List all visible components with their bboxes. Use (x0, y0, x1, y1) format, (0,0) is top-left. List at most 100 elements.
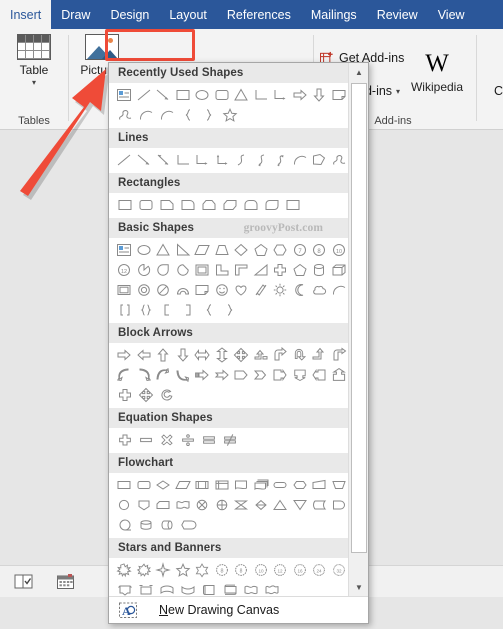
shape-decision[interactable] (154, 475, 174, 495)
shape-elbow-double-arrow[interactable] (213, 150, 233, 170)
shape-explosion-1[interactable] (115, 560, 135, 580)
shape-cube[interactable] (330, 260, 350, 280)
shape-line-double-arrow[interactable] (154, 150, 174, 170)
shape-elbow-connector[interactable] (252, 85, 272, 105)
shape-curved-left-arrow[interactable] (115, 365, 135, 385)
shape-star-24[interactable]: 24 (310, 560, 330, 580)
shape-alternate-process[interactable] (135, 475, 155, 495)
shape-octagon[interactable]: 8 (310, 240, 330, 260)
shape-predefined-process[interactable] (193, 475, 213, 495)
shape-bracket-pair[interactable] (115, 300, 136, 320)
shape-l-shape-2[interactable] (232, 260, 252, 280)
shape-arc[interactable] (136, 105, 157, 125)
shape-round-diagonal[interactable] (262, 195, 283, 215)
shape-extract[interactable] (271, 495, 291, 515)
shape-display[interactable] (178, 515, 199, 535)
shape-star-8[interactable]: 8 (232, 560, 252, 580)
tab-mailings[interactable]: Mailings (301, 0, 367, 29)
shape-quad-arrow[interactable] (232, 345, 252, 365)
shape-multiply[interactable] (157, 430, 178, 450)
shape-arc[interactable] (291, 150, 311, 170)
shape-divide[interactable] (178, 430, 199, 450)
shape-curved-up-ribbon[interactable] (157, 580, 178, 596)
tab-insert[interactable]: Insert (0, 0, 52, 29)
shape-textbox[interactable] (115, 85, 135, 105)
shape-heptagon[interactable]: 7 (291, 240, 311, 260)
shape-down-ribbon[interactable] (136, 580, 157, 596)
shape-elbow-arrow-connector[interactable] (271, 85, 291, 105)
shape-internal-storage[interactable] (213, 475, 233, 495)
shape-star-7[interactable]: 8 (213, 560, 233, 580)
shape-right-brace[interactable] (199, 105, 220, 125)
shape-up-ribbon[interactable] (115, 580, 136, 596)
shape-wave[interactable] (241, 580, 262, 596)
shape-manual-input[interactable] (310, 475, 330, 495)
shape-diagonal-stripe[interactable] (252, 260, 272, 280)
shape-star-10[interactable]: 10 (252, 560, 272, 580)
shape-cylinder[interactable] (310, 260, 330, 280)
shape-curved-double-arrow[interactable] (271, 150, 291, 170)
shape-snip-same-side[interactable] (199, 195, 220, 215)
shape-left-arrow-callout[interactable] (310, 365, 330, 385)
shape-curved-arrow-connector[interactable] (252, 150, 272, 170)
shape-equal[interactable] (199, 430, 220, 450)
shape-donut[interactable] (135, 280, 155, 300)
shape-textbox[interactable] (115, 240, 135, 260)
shape-horizontal-scroll[interactable] (220, 580, 241, 596)
shape-cross[interactable] (271, 260, 291, 280)
scroll-up-button[interactable]: ▲ (349, 63, 368, 81)
shape-down-arrow[interactable] (174, 345, 194, 365)
shape-hexagon[interactable] (271, 240, 291, 260)
shape-triangle[interactable] (232, 85, 252, 105)
shape-process[interactable] (115, 475, 135, 495)
shape-pentagon-arrow[interactable] (232, 365, 252, 385)
shape-star-32[interactable]: 32 (330, 560, 350, 580)
shape-dodecagon[interactable]: 12 (115, 260, 135, 280)
shape-snip-diagonal[interactable] (220, 195, 241, 215)
shape-parallelogram[interactable] (193, 240, 213, 260)
shape-punched-tape[interactable] (174, 495, 194, 515)
shape-or[interactable] (213, 495, 233, 515)
shape-sort[interactable] (252, 495, 272, 515)
shape-freeform[interactable] (310, 150, 330, 170)
shape-decagon[interactable]: 10 (330, 240, 350, 260)
shape-bent-arrow-2[interactable] (330, 345, 350, 365)
shape-circular-arrow[interactable] (157, 385, 178, 405)
clipped-right-button[interactable]: C (494, 84, 503, 98)
shape-star-16[interactable]: 16 (291, 560, 311, 580)
shape-cloud[interactable] (310, 280, 330, 300)
shape-curved-down-arrow[interactable] (174, 365, 194, 385)
shape-teardrop[interactable] (154, 260, 174, 280)
shape-notched-right-arrow[interactable] (213, 365, 233, 385)
tab-view[interactable]: View (428, 0, 475, 29)
shape-arc-curve[interactable] (157, 105, 178, 125)
shape-magnetic-disk[interactable] (136, 515, 157, 535)
shape-left-arrow[interactable] (135, 345, 155, 365)
shape-brace-pair[interactable] (136, 300, 157, 320)
shape-minus[interactable] (136, 430, 157, 450)
scrollbar-thumb[interactable] (351, 83, 367, 553)
shape-rectangle[interactable] (174, 85, 194, 105)
shape-curved-up-arrow[interactable] (154, 365, 174, 385)
shape-trapezoid[interactable] (213, 240, 233, 260)
shape-elbow-connector[interactable] (174, 150, 194, 170)
shape-star-12[interactable]: 12 (271, 560, 291, 580)
shape-down-arrow[interactable] (310, 85, 330, 105)
shape-no-symbol[interactable] (154, 280, 174, 300)
shape-line-arrow[interactable] (135, 150, 155, 170)
shape-sequential-access[interactable] (115, 515, 136, 535)
shape-down-arrow-callout[interactable] (291, 365, 311, 385)
shape-sun[interactable] (271, 280, 291, 300)
shape-l-shape[interactable] (213, 260, 233, 280)
shape-u-turn-arrow[interactable] (291, 345, 311, 365)
shape-folded-corner[interactable] (193, 280, 213, 300)
calendar-icon[interactable] (56, 573, 76, 591)
shape-right-arrow[interactable] (291, 85, 311, 105)
shape-line[interactable] (135, 85, 155, 105)
shape-connector[interactable] (115, 495, 135, 515)
shape-up-down-arrow[interactable] (213, 345, 233, 365)
shape-arc[interactable] (330, 280, 350, 300)
shape-star-5[interactable] (220, 105, 241, 125)
shape-delay[interactable] (330, 495, 350, 515)
shape-left-right-arrow[interactable] (193, 345, 213, 365)
